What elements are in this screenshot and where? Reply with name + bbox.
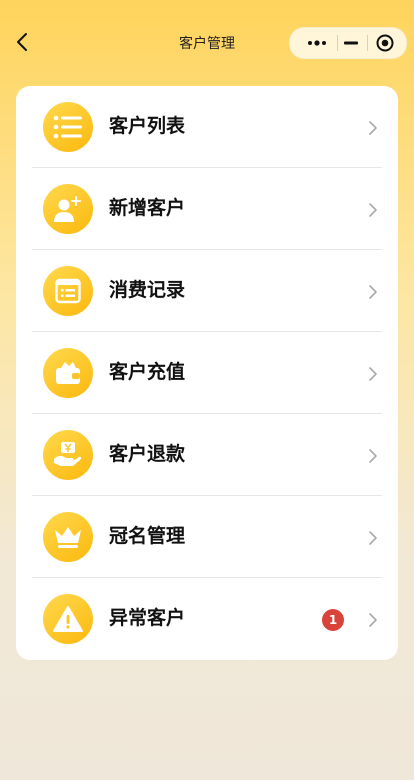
chevron-right-icon (369, 203, 377, 217)
menu-item-customer-list[interactable]: 客户列表 (16, 86, 398, 168)
list-icon (53, 115, 82, 139)
receipt-icon-circle (43, 266, 93, 316)
add-user-icon-circle (43, 184, 93, 234)
menu-item-label: 异常客户 (109, 607, 186, 629)
chevron-right-icon (369, 121, 377, 135)
menu-item-label: 冠名管理 (109, 525, 186, 547)
chevron-right-icon (369, 613, 377, 627)
minimize-icon (344, 41, 358, 45)
navigation-bar: 客户管理 (0, 0, 414, 84)
receipt-icon (55, 278, 81, 304)
chevron-right-icon (369, 367, 377, 381)
record-close-icon (376, 34, 394, 52)
menu-item-customer-recharge[interactable]: 客户充值 (16, 332, 398, 414)
more-button[interactable] (296, 28, 338, 58)
menu-item-abnormal-customer[interactable]: 异常客户 1 (16, 578, 398, 660)
menu-card: 客户列表 新增客户 消费记录 客户充值 客户退款 冠名管理 异常客户 1 (16, 86, 398, 660)
mini-program-capsule (289, 27, 407, 59)
menu-item-label: 消费记录 (109, 279, 186, 301)
more-dots-icon (308, 40, 326, 46)
warning-icon (53, 606, 83, 632)
close-button[interactable] (366, 28, 404, 58)
wallet-icon (56, 362, 80, 384)
menu-item-add-customer[interactable]: 新增客户 (16, 168, 398, 250)
menu-item-customer-refund[interactable]: 客户退款 (16, 414, 398, 496)
minimize-button[interactable] (338, 28, 364, 58)
notification-badge: 1 (322, 609, 344, 631)
chevron-right-icon (369, 285, 377, 299)
menu-item-naming-management[interactable]: 冠名管理 (16, 496, 398, 578)
warning-icon-circle (43, 594, 93, 644)
menu-item-label: 新增客户 (109, 197, 186, 219)
menu-item-label: 客户退款 (109, 443, 186, 465)
refund-hand-icon (54, 442, 82, 466)
menu-item-label: 客户列表 (109, 115, 186, 137)
refund-hand-icon-circle (43, 430, 93, 480)
chevron-right-icon (369, 449, 377, 463)
chevron-right-icon (369, 531, 377, 545)
menu-item-consumption-record[interactable]: 消费记录 (16, 250, 398, 332)
crown-icon (55, 527, 81, 548)
add-user-icon (54, 196, 81, 222)
crown-icon-circle (43, 512, 93, 562)
menu-item-label: 客户充值 (109, 361, 186, 383)
list-icon-circle (43, 102, 93, 152)
wallet-icon-circle (43, 348, 93, 398)
